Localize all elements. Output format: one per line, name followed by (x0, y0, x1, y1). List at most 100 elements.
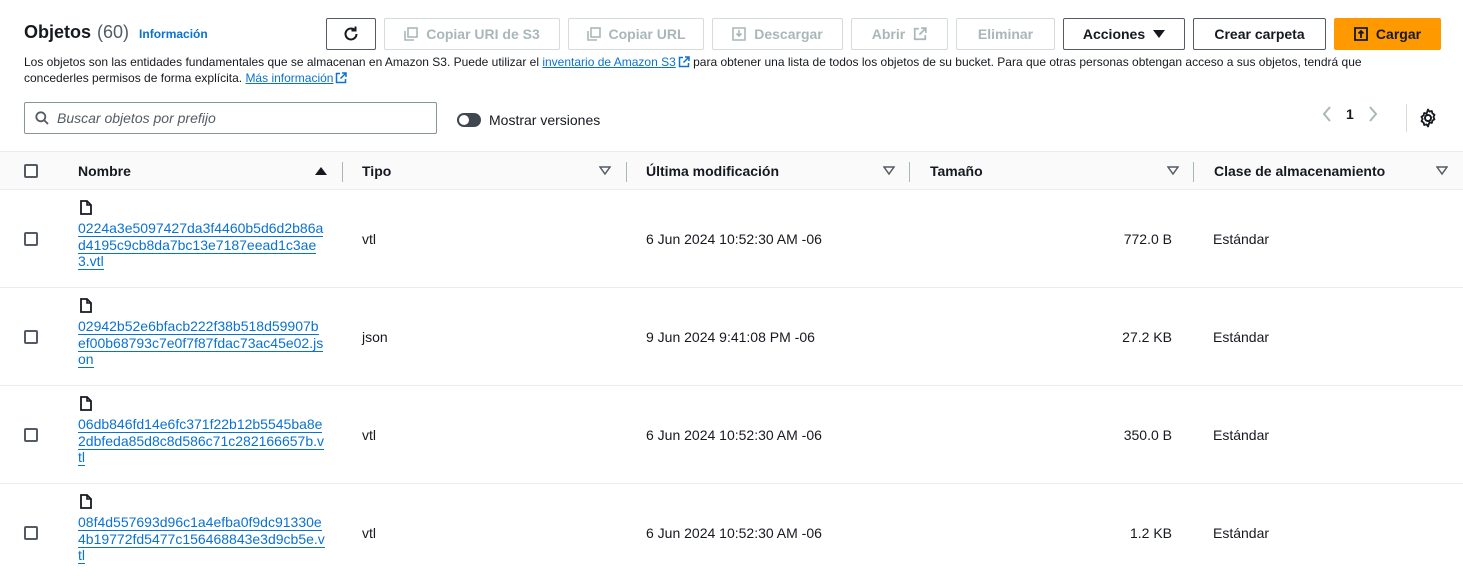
search-box[interactable] (24, 102, 437, 134)
sort-icon[interactable] (883, 166, 895, 176)
column-divider (626, 162, 627, 182)
search-icon (35, 111, 49, 125)
delete-label: Eliminar (977, 26, 1034, 42)
row-checkbox[interactable] (24, 330, 38, 344)
external-link-icon (678, 56, 690, 68)
sort-icon[interactable] (1436, 166, 1448, 176)
object-last-modified: 6 Jun 2024 10:52:30 AM -06 (646, 525, 822, 541)
object-type: vtl (362, 525, 376, 541)
objects-panel-header: Objetos (60) Información Los objetos son… (0, 0, 1463, 152)
file-icon (80, 494, 92, 509)
column-divider (1193, 162, 1194, 182)
copy-icon (586, 27, 601, 41)
external-link-icon (336, 72, 348, 84)
copy-icon (404, 27, 419, 41)
row-checkbox[interactable] (24, 526, 38, 540)
refresh-button[interactable] (326, 18, 376, 50)
column-header-modified[interactable]: Última modificación (646, 152, 779, 190)
description-text-1: Los objetos son las entidades fundamenta… (24, 55, 543, 69)
toggle-switch[interactable] (457, 113, 481, 127)
column-header-size[interactable]: Tamaño (930, 152, 983, 190)
pagination: 1 (1322, 106, 1378, 122)
table-row: 02942b52e6bfacb222f38b518d59907bef00b687… (0, 288, 1463, 386)
create-folder-button[interactable]: Crear carpeta (1193, 18, 1326, 50)
sort-icon[interactable] (1167, 166, 1179, 176)
actions-dropdown[interactable]: Acciones (1063, 18, 1185, 50)
object-type: json (362, 329, 388, 345)
file-icon (80, 200, 92, 215)
inventory-link[interactable]: inventario de Amazon S3 (542, 55, 690, 69)
open-button[interactable]: Abrir (851, 18, 948, 50)
object-storage-class: Estándar (1213, 231, 1270, 247)
more-info-link-label: Más información (245, 71, 334, 85)
create-folder-label: Crear carpeta (1214, 26, 1305, 42)
object-size: 772.0 B (1123, 231, 1172, 247)
object-last-modified: 9 Jun 2024 9:41:08 PM -06 (646, 329, 815, 345)
row-checkbox[interactable] (24, 232, 38, 246)
external-link-icon (914, 27, 927, 41)
description: Los objetos son las entidades fundamenta… (24, 54, 1414, 86)
inventory-link-label: inventario de Amazon S3 (542, 55, 676, 69)
object-last-modified: 6 Jun 2024 10:52:30 AM -06 (646, 427, 822, 443)
versions-toggle[interactable]: Mostrar versiones (457, 112, 600, 128)
pager-divider (1406, 104, 1407, 132)
column-header-type[interactable]: Tipo (362, 152, 391, 190)
caret-down-icon (1153, 30, 1166, 38)
download-button[interactable]: Descargar (712, 18, 843, 50)
column-header-storage-class[interactable]: Clase de almacenamiento (1214, 152, 1385, 190)
open-label: Abrir (871, 26, 906, 42)
object-name: 02942b52e6bfacb222f38b518d59907bef00b687… (78, 318, 324, 368)
row-checkbox[interactable] (24, 428, 38, 442)
object-name: 06db846fd14e6fc371f22b12b5545ba8e2dbfeda… (78, 416, 325, 466)
copy-url-button[interactable]: Copiar URL (568, 18, 704, 50)
download-label: Descargar (754, 26, 823, 42)
object-name: 08f4d557693d96c1a4efba0f9dc91330e4b19772… (78, 514, 325, 564)
column-divider (909, 162, 910, 182)
upload-icon (1354, 27, 1368, 41)
object-storage-class: Estándar (1213, 329, 1270, 345)
search-input[interactable] (57, 110, 417, 126)
table-header: Nombre Tipo Última modificación Tamaño C… (0, 151, 1463, 190)
file-icon (80, 298, 92, 313)
info-link[interactable]: Información (139, 27, 208, 41)
current-page[interactable]: 1 (1346, 106, 1354, 122)
more-info-link[interactable]: Más información (245, 71, 348, 85)
column-header-name[interactable]: Nombre (78, 152, 131, 190)
object-size: 1.2 KB (1129, 525, 1172, 541)
object-name-link[interactable]: 02942b52e6bfacb222f38b518d59907bef00b687… (78, 318, 326, 368)
table-row: 06db846fd14e6fc371f22b12b5545ba8e2dbfeda… (0, 386, 1463, 484)
sort-icon[interactable] (599, 166, 611, 176)
actions-label: Acciones (1082, 26, 1146, 42)
select-all-checkbox[interactable] (24, 164, 38, 178)
gear-icon[interactable] (1416, 106, 1440, 130)
copy-url-label: Copiar URL (608, 26, 686, 42)
object-size: 27.2 KB (1122, 329, 1172, 345)
object-type: vtl (362, 427, 376, 443)
download-icon (732, 27, 747, 41)
object-type: vtl (362, 231, 376, 247)
upload-button[interactable]: Cargar (1334, 18, 1441, 50)
table-row: 08f4d557693d96c1a4efba0f9dc91330e4b19772… (0, 484, 1463, 581)
object-name-link[interactable]: 06db846fd14e6fc371f22b12b5545ba8e2dbfeda… (78, 416, 326, 466)
table-row: 0224a3e5097427da3f4460b5d6d2b86ad4195c9c… (0, 190, 1463, 288)
column-divider (342, 162, 343, 182)
copy-s3-uri-button[interactable]: Copiar URI de S3 (384, 18, 560, 50)
object-storage-class: Estándar (1213, 525, 1270, 541)
object-count: (60) (97, 22, 130, 42)
chevron-right-icon[interactable] (1368, 106, 1378, 122)
upload-label: Cargar (1375, 26, 1422, 42)
versions-toggle-label: Mostrar versiones (489, 112, 601, 128)
object-name-link[interactable]: 0224a3e5097427da3f4460b5d6d2b86ad4195c9c… (78, 220, 326, 270)
object-size: 350.0 B (1123, 427, 1172, 443)
object-storage-class: Estándar (1213, 427, 1270, 443)
sort-ascending-icon[interactable] (315, 166, 327, 176)
object-last-modified: 6 Jun 2024 10:52:30 AM -06 (646, 231, 822, 247)
page-title: Objetos (24, 22, 92, 42)
object-name-link[interactable]: 08f4d557693d96c1a4efba0f9dc91330e4b19772… (78, 514, 326, 564)
chevron-left-icon[interactable] (1322, 106, 1332, 122)
object-name: 0224a3e5097427da3f4460b5d6d2b86ad4195c9c… (78, 220, 324, 270)
refresh-icon (344, 26, 358, 41)
title-row: Objetos (60) Información (24, 22, 208, 43)
delete-button[interactable]: Eliminar (956, 18, 1055, 50)
file-icon (80, 396, 92, 411)
